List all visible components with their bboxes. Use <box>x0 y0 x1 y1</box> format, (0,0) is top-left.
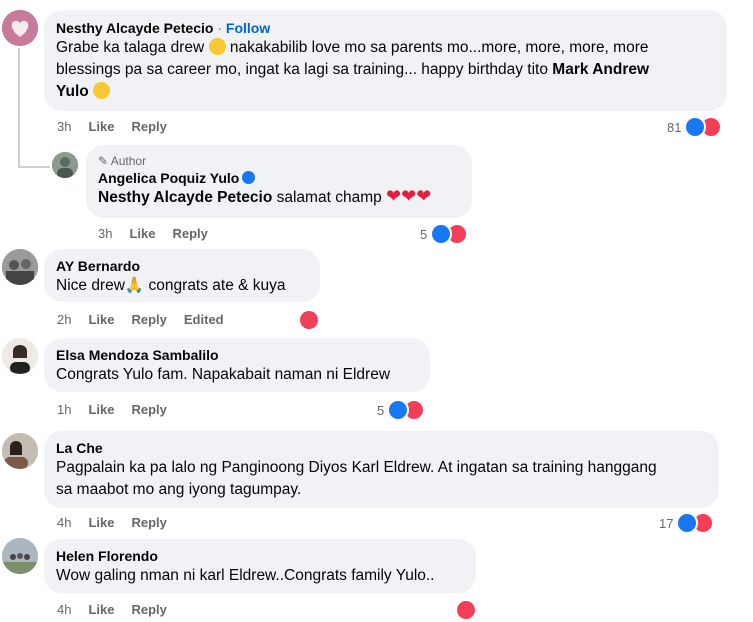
reply-button[interactable]: Reply <box>172 226 207 241</box>
comment-text: Pagpalain ka pa lalo ng Panginoong Diyos… <box>56 459 657 498</box>
reply-button[interactable]: Reply <box>131 312 166 327</box>
timestamp[interactable]: 1h <box>57 402 71 417</box>
comment-bubble: Elsa Mendoza Sambalilo Congrats Yulo fam… <box>44 338 430 392</box>
verified-badge-icon <box>242 171 256 184</box>
avatar[interactable] <box>2 538 38 574</box>
comment-bubble: La Che Pagpalain ka pa lalo ng Panginoon… <box>44 431 719 508</box>
mention-link[interactable]: Nesthy Alcayde Petecio <box>98 189 272 206</box>
comment-bubble: Nesthy Alcayde Petecio · Follow Grabe ka… <box>44 10 727 111</box>
timestamp[interactable]: 3h <box>57 119 71 134</box>
comment-author[interactable]: Helen Florendo <box>56 547 464 565</box>
heart-emoji: ❤❤❤ <box>386 186 432 206</box>
like-button[interactable]: Like <box>88 312 114 327</box>
mention-link[interactable]: Yulo <box>56 83 89 100</box>
timestamp[interactable]: 4h <box>57 515 71 530</box>
reply-button[interactable]: Reply <box>131 515 166 530</box>
like-button[interactable]: Like <box>88 515 114 530</box>
edited-label: Edited <box>183 312 224 327</box>
separator-dot: · <box>213 20 226 36</box>
avatar[interactable] <box>52 152 78 178</box>
comment-actions: 1h Like Reply <box>57 402 184 418</box>
comment-actions: 4h Like Reply <box>57 602 184 618</box>
praying-hands-icon: 🙏 <box>124 277 145 294</box>
blushing-face-icon <box>93 82 111 99</box>
avatar[interactable] <box>2 10 38 46</box>
comment-text: Nesthy Alcayde Petecio salamat champ ❤❤❤ <box>98 186 432 206</box>
comment-author[interactable]: Elsa Mendoza Sambalilo <box>56 346 418 364</box>
reaction-summary[interactable] <box>455 599 477 621</box>
timestamp[interactable]: 3h <box>98 226 112 241</box>
comment-text: Wow galing nman ni karl Eldrew..Congrats… <box>56 567 435 584</box>
comment-bubble: AY Bernardo Nice drew🙏 congrats ate & ku… <box>44 249 320 302</box>
comment-text: Congrats Yulo fam. Napakabait naman ni E… <box>56 366 391 383</box>
reaction-summary[interactable]: 5 <box>377 399 426 421</box>
reaction-count: 5 <box>420 226 428 242</box>
reaction-summary[interactable] <box>298 309 320 331</box>
reply-button[interactable]: Reply <box>131 119 166 134</box>
comment-bubble: Helen Florendo Wow galing nman ni karl E… <box>44 539 476 593</box>
timestamp[interactable]: 4h <box>57 602 71 617</box>
comment-author[interactable]: La Che <box>56 439 707 457</box>
thread-connector <box>18 166 50 168</box>
comment-actions: 4h Like Reply <box>57 515 184 531</box>
comment-actions: 3h Like Reply <box>98 226 225 242</box>
comment-author[interactable]: Angelica Poquiz Yulo <box>98 170 239 186</box>
reaction-summary[interactable]: 17 <box>659 512 715 534</box>
avatar[interactable] <box>2 249 38 285</box>
reply-button[interactable]: Reply <box>131 402 166 417</box>
avatar[interactable] <box>2 338 38 374</box>
like-button[interactable]: Like <box>88 602 114 617</box>
thread-line <box>18 48 20 168</box>
mention-link[interactable]: Mark Andrew <box>552 61 649 78</box>
love-reaction-icon <box>455 599 477 621</box>
like-button[interactable]: Like <box>88 119 114 134</box>
love-reaction-icon <box>298 309 320 331</box>
pencil-icon: ✎ <box>98 154 109 168</box>
comment-actions: 2h Like Reply Edited <box>57 312 241 328</box>
blushing-face-icon <box>208 38 226 55</box>
reaction-summary[interactable]: 5 <box>420 223 469 245</box>
avatar[interactable] <box>2 433 38 469</box>
reaction-count: 81 <box>667 119 682 135</box>
follow-link[interactable]: Follow <box>226 20 270 36</box>
comment-actions: 3h Like Reply <box>57 119 184 135</box>
like-button[interactable]: Like <box>129 226 155 241</box>
author-tag: Author <box>110 154 147 168</box>
comment-author[interactable]: Nesthy Alcayde Petecio <box>56 20 213 36</box>
reaction-summary[interactable]: 81 <box>667 116 723 138</box>
comment-text: Grabe ka talaga drew nakakabilib love mo… <box>56 38 650 100</box>
reply-button[interactable]: Reply <box>131 602 166 617</box>
reaction-count: 17 <box>659 515 674 531</box>
comment-text: Nice drew🙏 congrats ate & kuya <box>56 277 286 294</box>
like-button[interactable]: Like <box>88 402 114 417</box>
comment-author[interactable]: AY Bernardo <box>56 257 308 275</box>
reaction-count: 5 <box>377 402 385 418</box>
timestamp[interactable]: 2h <box>57 312 71 327</box>
reply-bubble: ✎ Author Angelica Poquiz Yulo Nesthy Alc… <box>86 145 472 218</box>
